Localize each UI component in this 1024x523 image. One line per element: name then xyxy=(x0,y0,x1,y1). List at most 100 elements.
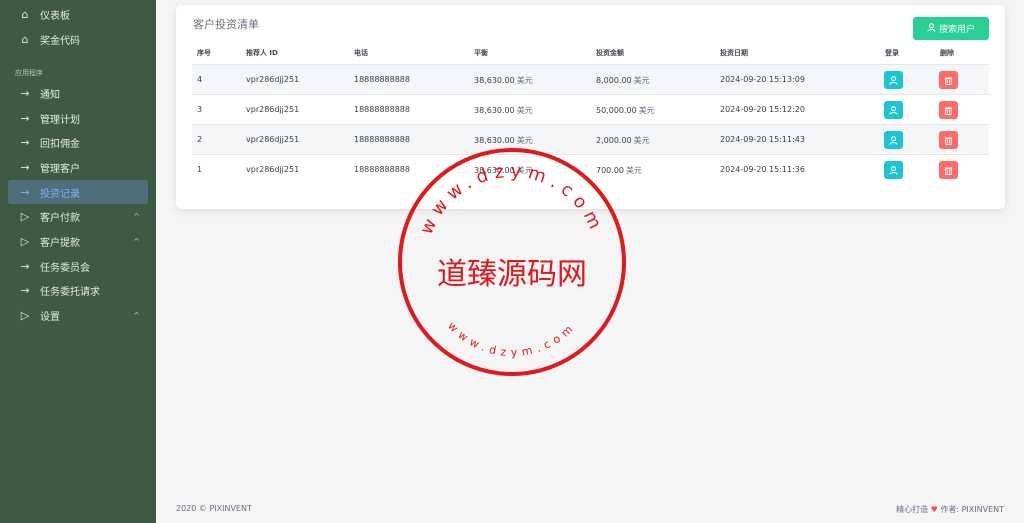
amount-value: 50,000.00 xyxy=(596,106,637,115)
cell-referrer: vpr286djj251 xyxy=(246,135,300,144)
delete-button[interactable] xyxy=(939,71,958,89)
balance-value: 38,630.00 xyxy=(474,76,515,85)
currency-unit: 美元 xyxy=(638,106,655,115)
cell-date: 2024-09-20 15:12:20 xyxy=(720,105,805,114)
trash-icon xyxy=(944,76,953,85)
sidebar-item-customer-payments[interactable]: ▷ 客户付款 ^ xyxy=(8,204,148,228)
cell-date: 2024-09-20 15:11:43 xyxy=(720,135,805,144)
footer-author-label: 作者: xyxy=(940,505,960,514)
sidebar-item-label: 回扣佣金 xyxy=(40,138,80,150)
header-date: 投资日期 xyxy=(720,49,748,57)
home-icon: ⌂ xyxy=(21,32,29,46)
sidebar-item-rebate-commission[interactable]: → 回扣佣金 xyxy=(8,130,148,154)
cell-date: 2024-09-20 15:11:36 xyxy=(720,165,805,174)
watermark-stamp: www.dzym.com 道臻源码网 www.dzym.com xyxy=(398,148,626,376)
header-amount: 投资金额 xyxy=(596,49,624,57)
cell-phone: 18888888888 xyxy=(354,135,410,144)
table-row: 3 vpr286djj251 18888888888 38,630.00 美元 5… xyxy=(192,94,989,124)
trash-icon xyxy=(944,136,953,145)
table-header: 序号 推荐人 ID 电话 平衡 投资金额 投资日期 登录 删除 xyxy=(192,45,989,65)
sidebar-item-dashboard[interactable]: ⌂ 仪表板 xyxy=(8,2,148,26)
arrow-right-icon: → xyxy=(20,160,30,174)
user-icon xyxy=(889,165,898,175)
sidebar-item-label: 通知 xyxy=(40,89,60,101)
delete-button[interactable] xyxy=(939,161,958,179)
cell-phone: 18888888888 xyxy=(354,75,410,84)
user-icon xyxy=(889,105,898,115)
sidebar-item-label: 奖金代码 xyxy=(40,35,80,47)
sidebar-item-settings[interactable]: ▷ 设置 ^ xyxy=(8,303,148,327)
chevron-up-icon: ^ xyxy=(133,211,140,221)
sidebar-item-investment-records[interactable]: → 投资记录 xyxy=(8,180,148,204)
trash-icon xyxy=(944,166,953,175)
header-no: 序号 xyxy=(197,49,211,57)
chevron-up-icon: ^ xyxy=(133,310,140,320)
arrow-right-icon: → xyxy=(20,86,30,100)
sidebar-item-task-requests[interactable]: → 任务委托请求 xyxy=(8,278,148,302)
table-row: 4 vpr286djj251 18888888888 38,630.00 美元 8… xyxy=(192,64,989,94)
cell-referrer: vpr286djj251 xyxy=(246,165,300,174)
amount-value: 2,000.00 xyxy=(596,136,632,145)
login-button[interactable] xyxy=(884,161,903,179)
sidebar-item-label: 管理计划 xyxy=(40,114,80,126)
cell-referrer: vpr286djj251 xyxy=(246,75,300,84)
user-icon xyxy=(889,75,898,85)
search-user-label: 搜索用户 xyxy=(938,25,975,35)
sidebar-item-manage-customers[interactable]: → 管理客户 xyxy=(8,155,148,179)
sidebar-item-label: 设置 xyxy=(40,311,60,323)
login-button[interactable] xyxy=(884,71,903,89)
cell-date: 2024-09-20 15:13:09 xyxy=(720,75,805,84)
search-user-button[interactable]: 搜索用户 xyxy=(913,17,989,40)
sidebar-item-manage-plans[interactable]: → 管理计划 xyxy=(8,106,148,130)
header-phone: 电话 xyxy=(354,49,368,57)
login-button[interactable] xyxy=(884,131,903,149)
arrow-right-icon: → xyxy=(20,135,30,149)
sidebar-item-label: 仪表板 xyxy=(40,10,70,22)
cell-balance: 38,630.00 美元 xyxy=(474,75,533,86)
footer-author[interactable]: PIXINVENT xyxy=(962,505,1004,514)
sidebar-item-bonus-code[interactable]: ⌂ 奖金代码 xyxy=(8,27,148,51)
home-icon: ⌂ xyxy=(21,7,29,21)
cell-amount: 2,000.00 美元 xyxy=(596,135,650,146)
user-icon xyxy=(927,22,936,35)
cell-no: 1 xyxy=(197,165,203,174)
currency-unit: 美元 xyxy=(516,106,533,115)
sidebar-item-notifications[interactable]: → 通知 xyxy=(8,81,148,105)
arrow-right-icon: → xyxy=(20,283,30,297)
header-referrer-id: 推荐人 ID xyxy=(246,49,278,57)
play-icon: ▷ xyxy=(20,308,30,322)
sidebar-item-label: 投资记录 xyxy=(40,188,80,200)
delete-button[interactable] xyxy=(939,131,958,149)
sidebar-item-task-committee[interactable]: → 任务委员会 xyxy=(8,254,148,278)
cell-referrer: vpr286djj251 xyxy=(246,105,300,114)
cell-amount: 8,000.00 美元 xyxy=(596,75,650,86)
footer-credits: 精心打造 ♥ 作者: PIXINVENT xyxy=(896,504,1004,515)
header-delete: 删除 xyxy=(940,49,954,57)
login-button[interactable] xyxy=(884,101,903,119)
arrow-right-icon: → xyxy=(20,259,30,273)
delete-button[interactable] xyxy=(939,101,958,119)
cell-balance: 38,630.00 美元 xyxy=(474,105,533,116)
cell-phone: 18888888888 xyxy=(354,105,410,114)
sidebar-item-label: 管理客户 xyxy=(40,163,80,175)
arrow-right-icon: → xyxy=(20,185,30,199)
currency-unit: 美元 xyxy=(633,136,650,145)
currency-unit: 美元 xyxy=(516,76,533,85)
header-login: 登录 xyxy=(885,49,899,57)
balance-value: 38,630.00 xyxy=(474,106,515,115)
play-icon: ▷ xyxy=(20,234,30,248)
sidebar-item-label: 任务委员会 xyxy=(40,262,90,274)
amount-value: 8,000.00 xyxy=(596,76,632,85)
cell-no: 3 xyxy=(197,105,203,114)
sidebar: ⌂ 仪表板 ⌂ 奖金代码 应用程序 → 通知 → 管理计划 → 回扣佣金 → 管… xyxy=(0,0,156,523)
trash-icon xyxy=(944,106,953,115)
watermark-bottom-text: www.dzym.com xyxy=(445,319,579,359)
sidebar-item-customer-withdrawals[interactable]: ▷ 客户提款 ^ xyxy=(8,229,148,253)
heart-icon: ♥ xyxy=(930,505,941,514)
watermark-center-text: 道臻源码网 xyxy=(437,257,587,292)
chevron-up-icon: ^ xyxy=(133,236,140,246)
card-title: 客户投资清单 xyxy=(193,18,259,31)
cell-balance: 38,630.00 美元 xyxy=(474,135,533,146)
sidebar-item-label: 任务委托请求 xyxy=(40,286,100,298)
play-icon: ▷ xyxy=(20,209,30,223)
